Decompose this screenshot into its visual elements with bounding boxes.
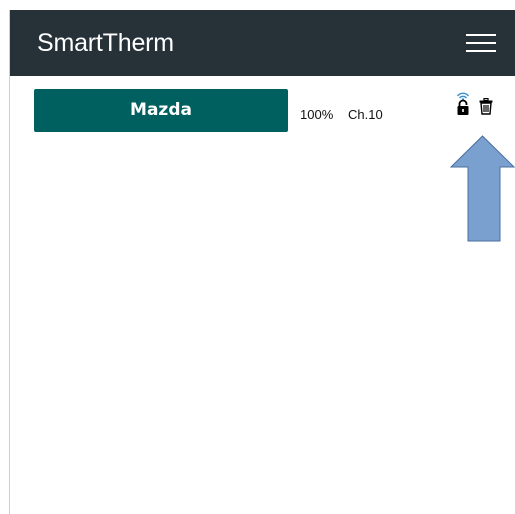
lock-icon xyxy=(457,99,469,115)
frame-top-edge xyxy=(0,0,515,10)
device-button[interactable]: Mazda xyxy=(34,89,288,132)
lock-button[interactable] xyxy=(454,90,472,116)
app-header: SmartTherm xyxy=(10,10,515,76)
hamburger-menu-icon-bar xyxy=(466,42,496,44)
device-channel: Ch.10 xyxy=(348,107,383,122)
menu-button[interactable] xyxy=(465,30,497,56)
up-arrow-annotation xyxy=(450,135,515,242)
app-title: SmartTherm xyxy=(37,29,174,57)
wifi-signal-icon xyxy=(456,92,470,115)
hamburger-menu-icon-bar xyxy=(466,50,496,52)
device-level: 100% xyxy=(300,107,334,122)
delete-button[interactable] xyxy=(479,97,493,115)
trash-icon xyxy=(479,97,493,115)
device-list: Mazda 100% Ch.10 xyxy=(10,76,515,514)
hamburger-menu-icon xyxy=(466,34,496,36)
